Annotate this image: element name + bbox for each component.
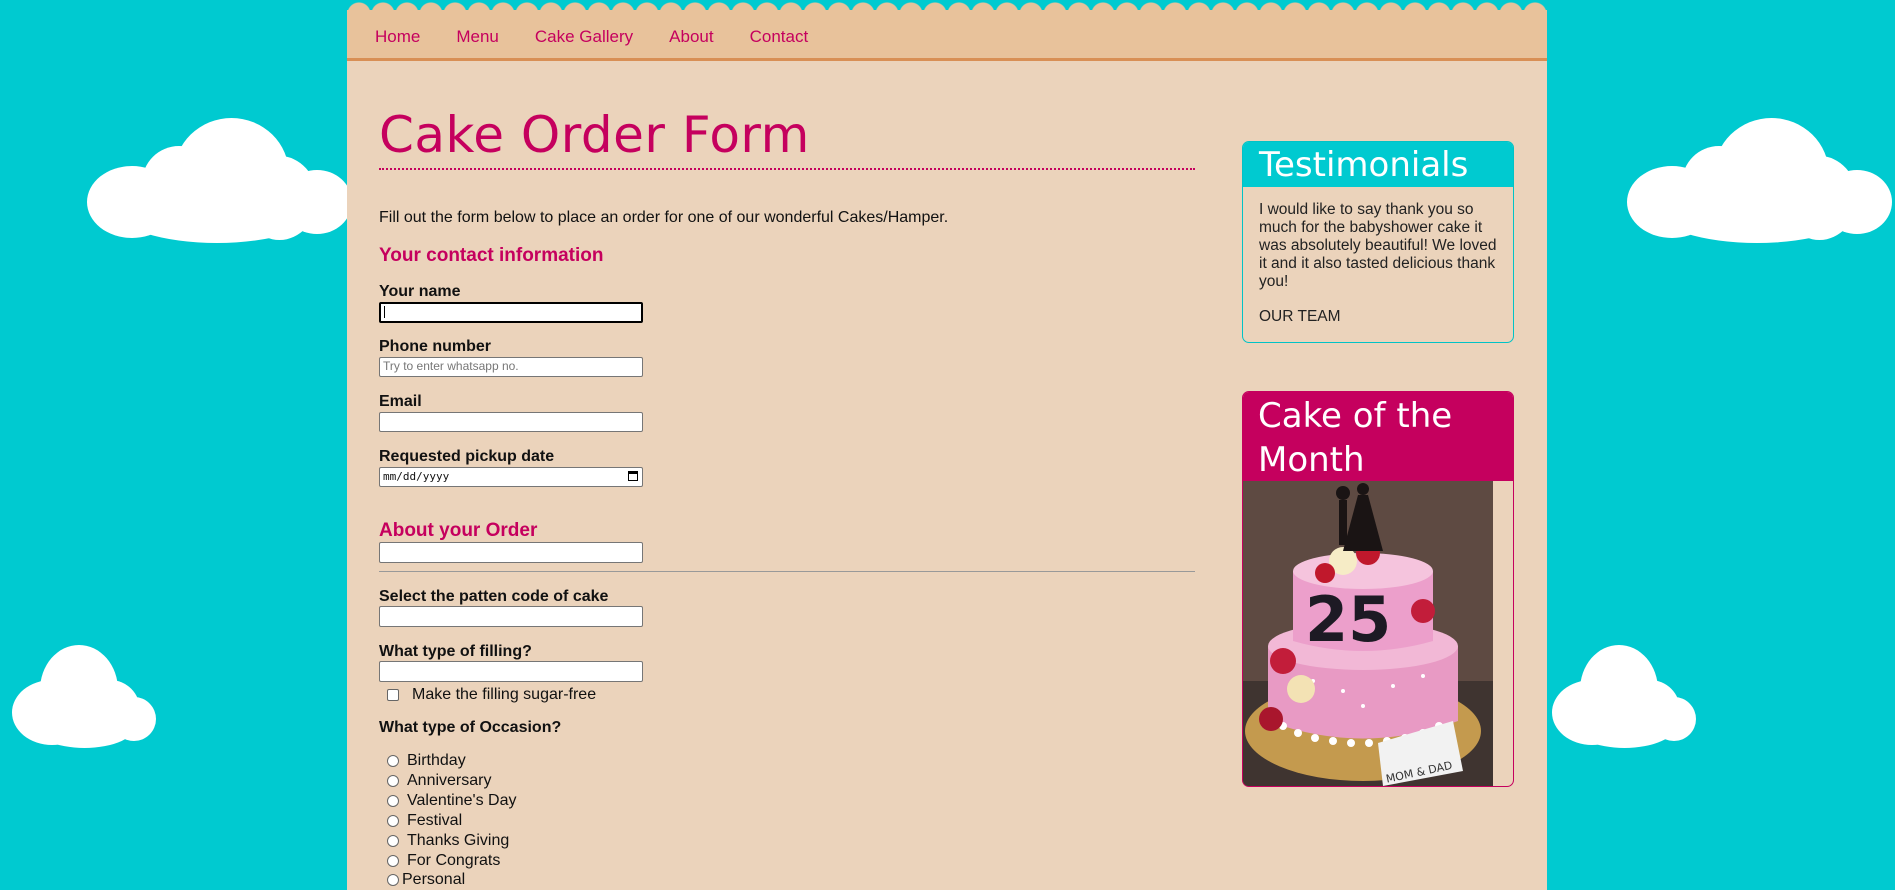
- section-divider: [379, 571, 1195, 572]
- radio-button[interactable]: [387, 855, 399, 867]
- phone-input[interactable]: Try to enter whatsapp no.: [379, 357, 643, 377]
- nav-item-home[interactable]: Home: [375, 27, 420, 47]
- nav-item-menu[interactable]: Menu: [456, 27, 499, 47]
- pattern-code-input[interactable]: [379, 606, 643, 627]
- cake-topper-number: 25: [1305, 583, 1391, 656]
- cake-of-month-heading: Cake of the Month: [1243, 392, 1513, 481]
- radio-button[interactable]: [387, 795, 399, 807]
- occasion-label: What type of Occasion?: [379, 719, 562, 736]
- occasion-thanksgiving-label: Thanks Giving: [407, 832, 510, 849]
- date-placeholder: mm/dd/yyyy: [383, 470, 450, 483]
- radio-button[interactable]: [387, 755, 399, 767]
- nav-item-cake-gallery[interactable]: Cake Gallery: [535, 27, 633, 47]
- occasion-option[interactable]: Personal: [387, 870, 465, 890]
- radio-button[interactable]: [387, 815, 399, 827]
- filling-input[interactable]: [379, 661, 643, 682]
- order-form: Cake Order Form Fill out the form below …: [379, 102, 1195, 888]
- nav-scallop-edge: [347, 2, 1547, 18]
- pickup-date-label: Requested pickup date: [379, 448, 555, 465]
- phone-label: Phone number: [379, 338, 492, 355]
- cloud-left-bottom: [12, 645, 157, 750]
- name-input[interactable]: [379, 302, 643, 323]
- radio-button[interactable]: [387, 874, 399, 886]
- calendar-icon[interactable]: [628, 471, 638, 481]
- testimonials-heading: Testimonials: [1243, 142, 1513, 187]
- email-label: Email: [379, 393, 422, 410]
- name-label: Your name: [379, 283, 461, 300]
- occasion-option[interactable]: Anniversary: [387, 771, 491, 791]
- occasion-birthday-label: Birthday: [407, 752, 466, 769]
- cake-of-month-heading-line2: Month: [1258, 440, 1365, 480]
- occasion-anniversary-label: Anniversary: [407, 772, 492, 789]
- sugar-free-option[interactable]: Make the filling sugar-free: [387, 686, 596, 704]
- order-field-input[interactable]: [379, 542, 643, 563]
- occasion-valentines-label: Valentine's Day: [407, 792, 517, 809]
- occasion-congrats-label: For Congrats: [407, 852, 501, 869]
- cake-of-month-box: Cake of the Month 25 MOM & DAD: [1242, 391, 1514, 787]
- radio-button[interactable]: [387, 835, 399, 847]
- cloud-right-top: [1627, 118, 1892, 258]
- text-caret: [384, 306, 385, 318]
- order-heading: About your Order: [379, 520, 538, 541]
- cake-illustration: 25 MOM & DAD: [1243, 481, 1493, 786]
- nav-menu: Home Menu Cake Gallery About Contact: [375, 27, 844, 47]
- cloud-right-bottom: [1552, 645, 1697, 750]
- contact-heading: Your contact information: [379, 245, 604, 266]
- occasion-festival-label: Festival: [407, 812, 463, 829]
- page-title: Cake Order Form: [379, 102, 1195, 170]
- testimonial-text: I would like to say thank you so much fo…: [1259, 201, 1497, 290]
- top-nav: Home Menu Cake Gallery About Contact: [347, 2, 1547, 61]
- nav-item-about[interactable]: About: [669, 27, 713, 47]
- occasion-option[interactable]: Valentine's Day: [387, 791, 516, 811]
- cloud-left-top: [87, 118, 352, 258]
- nav-item-contact[interactable]: Contact: [750, 27, 809, 47]
- radio-button[interactable]: [387, 775, 399, 787]
- sugar-free-checkbox[interactable]: [387, 689, 399, 701]
- occasion-option[interactable]: Festival: [387, 811, 462, 831]
- filling-label: What type of filling?: [379, 643, 532, 660]
- pickup-date-input[interactable]: mm/dd/yyyy: [379, 467, 643, 487]
- testimonial-signature: OUR TEAM: [1259, 308, 1341, 325]
- testimonials-box: Testimonials I would like to say thank y…: [1242, 141, 1514, 343]
- page-container: Home Menu Cake Gallery About Contact Cak…: [347, 2, 1547, 890]
- pattern-code-label: Select the patten code of cake: [379, 588, 609, 605]
- occasion-option[interactable]: For Congrats: [387, 851, 500, 871]
- sugar-free-label: Make the filling sugar-free: [412, 686, 597, 703]
- cake-of-month-heading-line1: Cake of the: [1258, 396, 1453, 436]
- cake-of-month-image: 25 MOM & DAD: [1243, 481, 1493, 786]
- intro-text: Fill out the form below to place an orde…: [379, 209, 949, 226]
- occasion-personal-label: Personal: [402, 871, 466, 888]
- occasion-option[interactable]: Birthday: [387, 751, 466, 771]
- email-input[interactable]: [379, 412, 643, 432]
- occasion-option[interactable]: Thanks Giving: [387, 831, 509, 851]
